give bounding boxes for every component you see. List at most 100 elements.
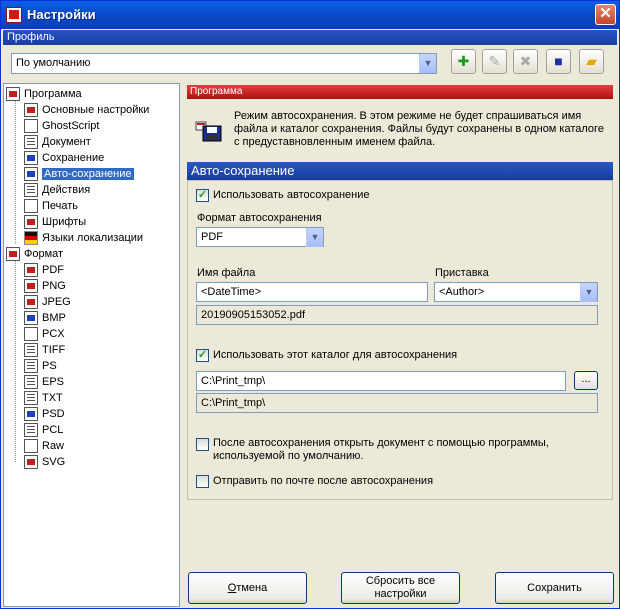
format-select-value: PDF: [201, 231, 223, 243]
window-title: Настройки: [27, 7, 96, 22]
program-icon: [6, 87, 20, 102]
ghostscript-icon: [24, 119, 38, 134]
program-section-header: Программа: [187, 85, 613, 99]
tree-item-png[interactable]: PNG: [24, 278, 66, 294]
save-icon: [24, 151, 38, 166]
chevron-down-icon[interactable]: ▼: [306, 228, 323, 247]
actions-icon: [24, 183, 38, 198]
tree-item-actions[interactable]: Действия: [24, 182, 90, 198]
settings-tree[interactable]: Программа Основные настройки GhostScript…: [3, 83, 180, 607]
tree-line: [15, 98, 16, 244]
tree-item-ps[interactable]: PS: [24, 358, 57, 374]
format-icon: [6, 247, 20, 262]
add-profile-button[interactable]: ✚: [451, 49, 476, 74]
info-text: Режим автосохранения. В этом режиме не б…: [234, 110, 604, 148]
prefix-label: Приставка: [435, 267, 489, 279]
settings-window: Настройки ✕ Профиль По умолчанию ▼ ✚ ✎ ✖…: [0, 0, 620, 609]
delete-profile-icon: ✖: [519, 53, 532, 69]
png-icon: [24, 279, 38, 294]
tree-node-format[interactable]: Формат: [6, 246, 63, 262]
tree-item-jpeg[interactable]: JPEG: [24, 294, 71, 310]
open-profile-icon: ▰: [586, 53, 597, 69]
prefix-select[interactable]: <Author> ▼: [434, 282, 598, 302]
svg-icon: [24, 455, 38, 470]
delete-profile-button[interactable]: ✖: [513, 49, 538, 74]
open-after-checkbox[interactable]: После автосохранения открыть документ с …: [196, 437, 596, 465]
tree-item-fonts[interactable]: Шрифты: [24, 214, 86, 230]
chevron-down-icon[interactable]: ▼: [580, 283, 597, 302]
raw-icon: [24, 439, 38, 454]
tree-item-svg[interactable]: SVG: [24, 454, 65, 470]
tiff-icon: [24, 343, 38, 358]
profile-select[interactable]: По умолчанию ▼: [11, 53, 437, 74]
eps-icon: [24, 375, 38, 390]
prefix-select-value: <Author>: [439, 286, 485, 298]
tree-item-languages[interactable]: Языки локализации: [24, 230, 143, 246]
format-label: Формат автосохранения: [197, 212, 322, 224]
ps-icon: [24, 359, 38, 374]
tree-item-pcl[interactable]: PCL: [24, 422, 63, 438]
tree-item-txt[interactable]: TXT: [24, 390, 63, 406]
tree-item-tiff[interactable]: TIFF: [24, 342, 65, 358]
filename-input[interactable]: <DateTime>: [196, 282, 428, 302]
checkmark-icon: ✓: [196, 189, 209, 202]
filename-preview: 20190905153052.pdf: [196, 305, 598, 325]
printer-icon: [24, 199, 38, 214]
autosave-icon: [24, 167, 38, 182]
save-profile-icon: ■: [554, 53, 563, 69]
fonts-icon: [24, 215, 38, 230]
tree-item-autosave[interactable]: Авто-сохранение: [24, 166, 134, 182]
autosave-panel: ✓ Использовать автосохранение Формат авто…: [187, 180, 613, 500]
save-button[interactable]: Сохранить: [495, 572, 614, 604]
tree-item-psd[interactable]: PSD: [24, 406, 65, 422]
info-box: Режим автосохранения. В этом режиме не б…: [187, 100, 613, 156]
directory-input[interactable]: C:\Print_tmp\: [196, 371, 566, 391]
add-profile-icon: ✚: [457, 53, 470, 69]
flag-icon: [24, 231, 38, 246]
profile-select-value: По умолчанию: [16, 57, 91, 69]
tree-item-save[interactable]: Сохранение: [24, 150, 104, 166]
autosave-section-header: Авто-сохранение: [187, 162, 613, 180]
format-select[interactable]: PDF ▼: [196, 227, 324, 247]
tree-item-pcx[interactable]: PCX: [24, 326, 65, 342]
txt-icon: [24, 391, 38, 406]
profile-panel: По умолчанию ▼ ✚ ✎ ✖ ■ ▰: [3, 45, 617, 81]
pcl-icon: [24, 423, 38, 438]
tree-item-basic[interactable]: Основные настройки: [24, 102, 149, 118]
directory-preview: C:\Print_tmp\: [196, 393, 598, 413]
browse-button[interactable]: ...: [574, 371, 598, 390]
reset-all-button[interactable]: Сбросить все настройки: [341, 572, 460, 604]
jpeg-icon: [24, 295, 38, 310]
filename-label: Имя файла: [197, 267, 256, 279]
rename-profile-button[interactable]: ✎: [482, 49, 507, 74]
tree-item-document[interactable]: Документ: [24, 134, 91, 150]
chevron-down-icon[interactable]: ▼: [419, 54, 436, 73]
use-autosave-checkbox[interactable]: ✓ Использовать автосохранение: [196, 189, 369, 203]
pdf-icon: [24, 263, 38, 278]
use-directory-checkbox[interactable]: ✓ Использовать этот каталог для автосохра…: [196, 349, 457, 363]
save-profile-button[interactable]: ■: [546, 49, 571, 74]
tree-item-ghostscript[interactable]: GhostScript: [24, 118, 99, 134]
cancel-button[interactable]: Отмена: [188, 572, 307, 604]
checkbox-box: [196, 438, 209, 451]
pcx-icon: [24, 327, 38, 342]
settings-icon: [24, 103, 38, 118]
checkmark-icon: ✓: [196, 349, 209, 362]
tree-item-eps[interactable]: EPS: [24, 374, 64, 390]
bmp-icon: [24, 311, 38, 326]
tree-item-bmp[interactable]: BMP: [24, 310, 66, 326]
tree-item-pdf[interactable]: PDF: [24, 262, 64, 278]
checkbox-box: [196, 475, 209, 488]
open-profile-button[interactable]: ▰: [579, 49, 604, 74]
tree-item-raw[interactable]: Raw: [24, 438, 64, 454]
app-icon: [6, 7, 22, 23]
send-mail-checkbox[interactable]: Отправить по почте после автосохранения: [196, 475, 433, 489]
psd-icon: [24, 407, 38, 422]
document-icon: [24, 135, 38, 150]
tree-item-print[interactable]: Печать: [24, 198, 78, 214]
close-button[interactable]: ✕: [595, 4, 616, 25]
profile-header: Профиль: [3, 30, 617, 45]
title-bar[interactable]: Настройки ✕: [1, 1, 619, 29]
tree-node-program[interactable]: Программа: [6, 86, 82, 102]
rename-profile-icon: ✎: [488, 53, 501, 69]
